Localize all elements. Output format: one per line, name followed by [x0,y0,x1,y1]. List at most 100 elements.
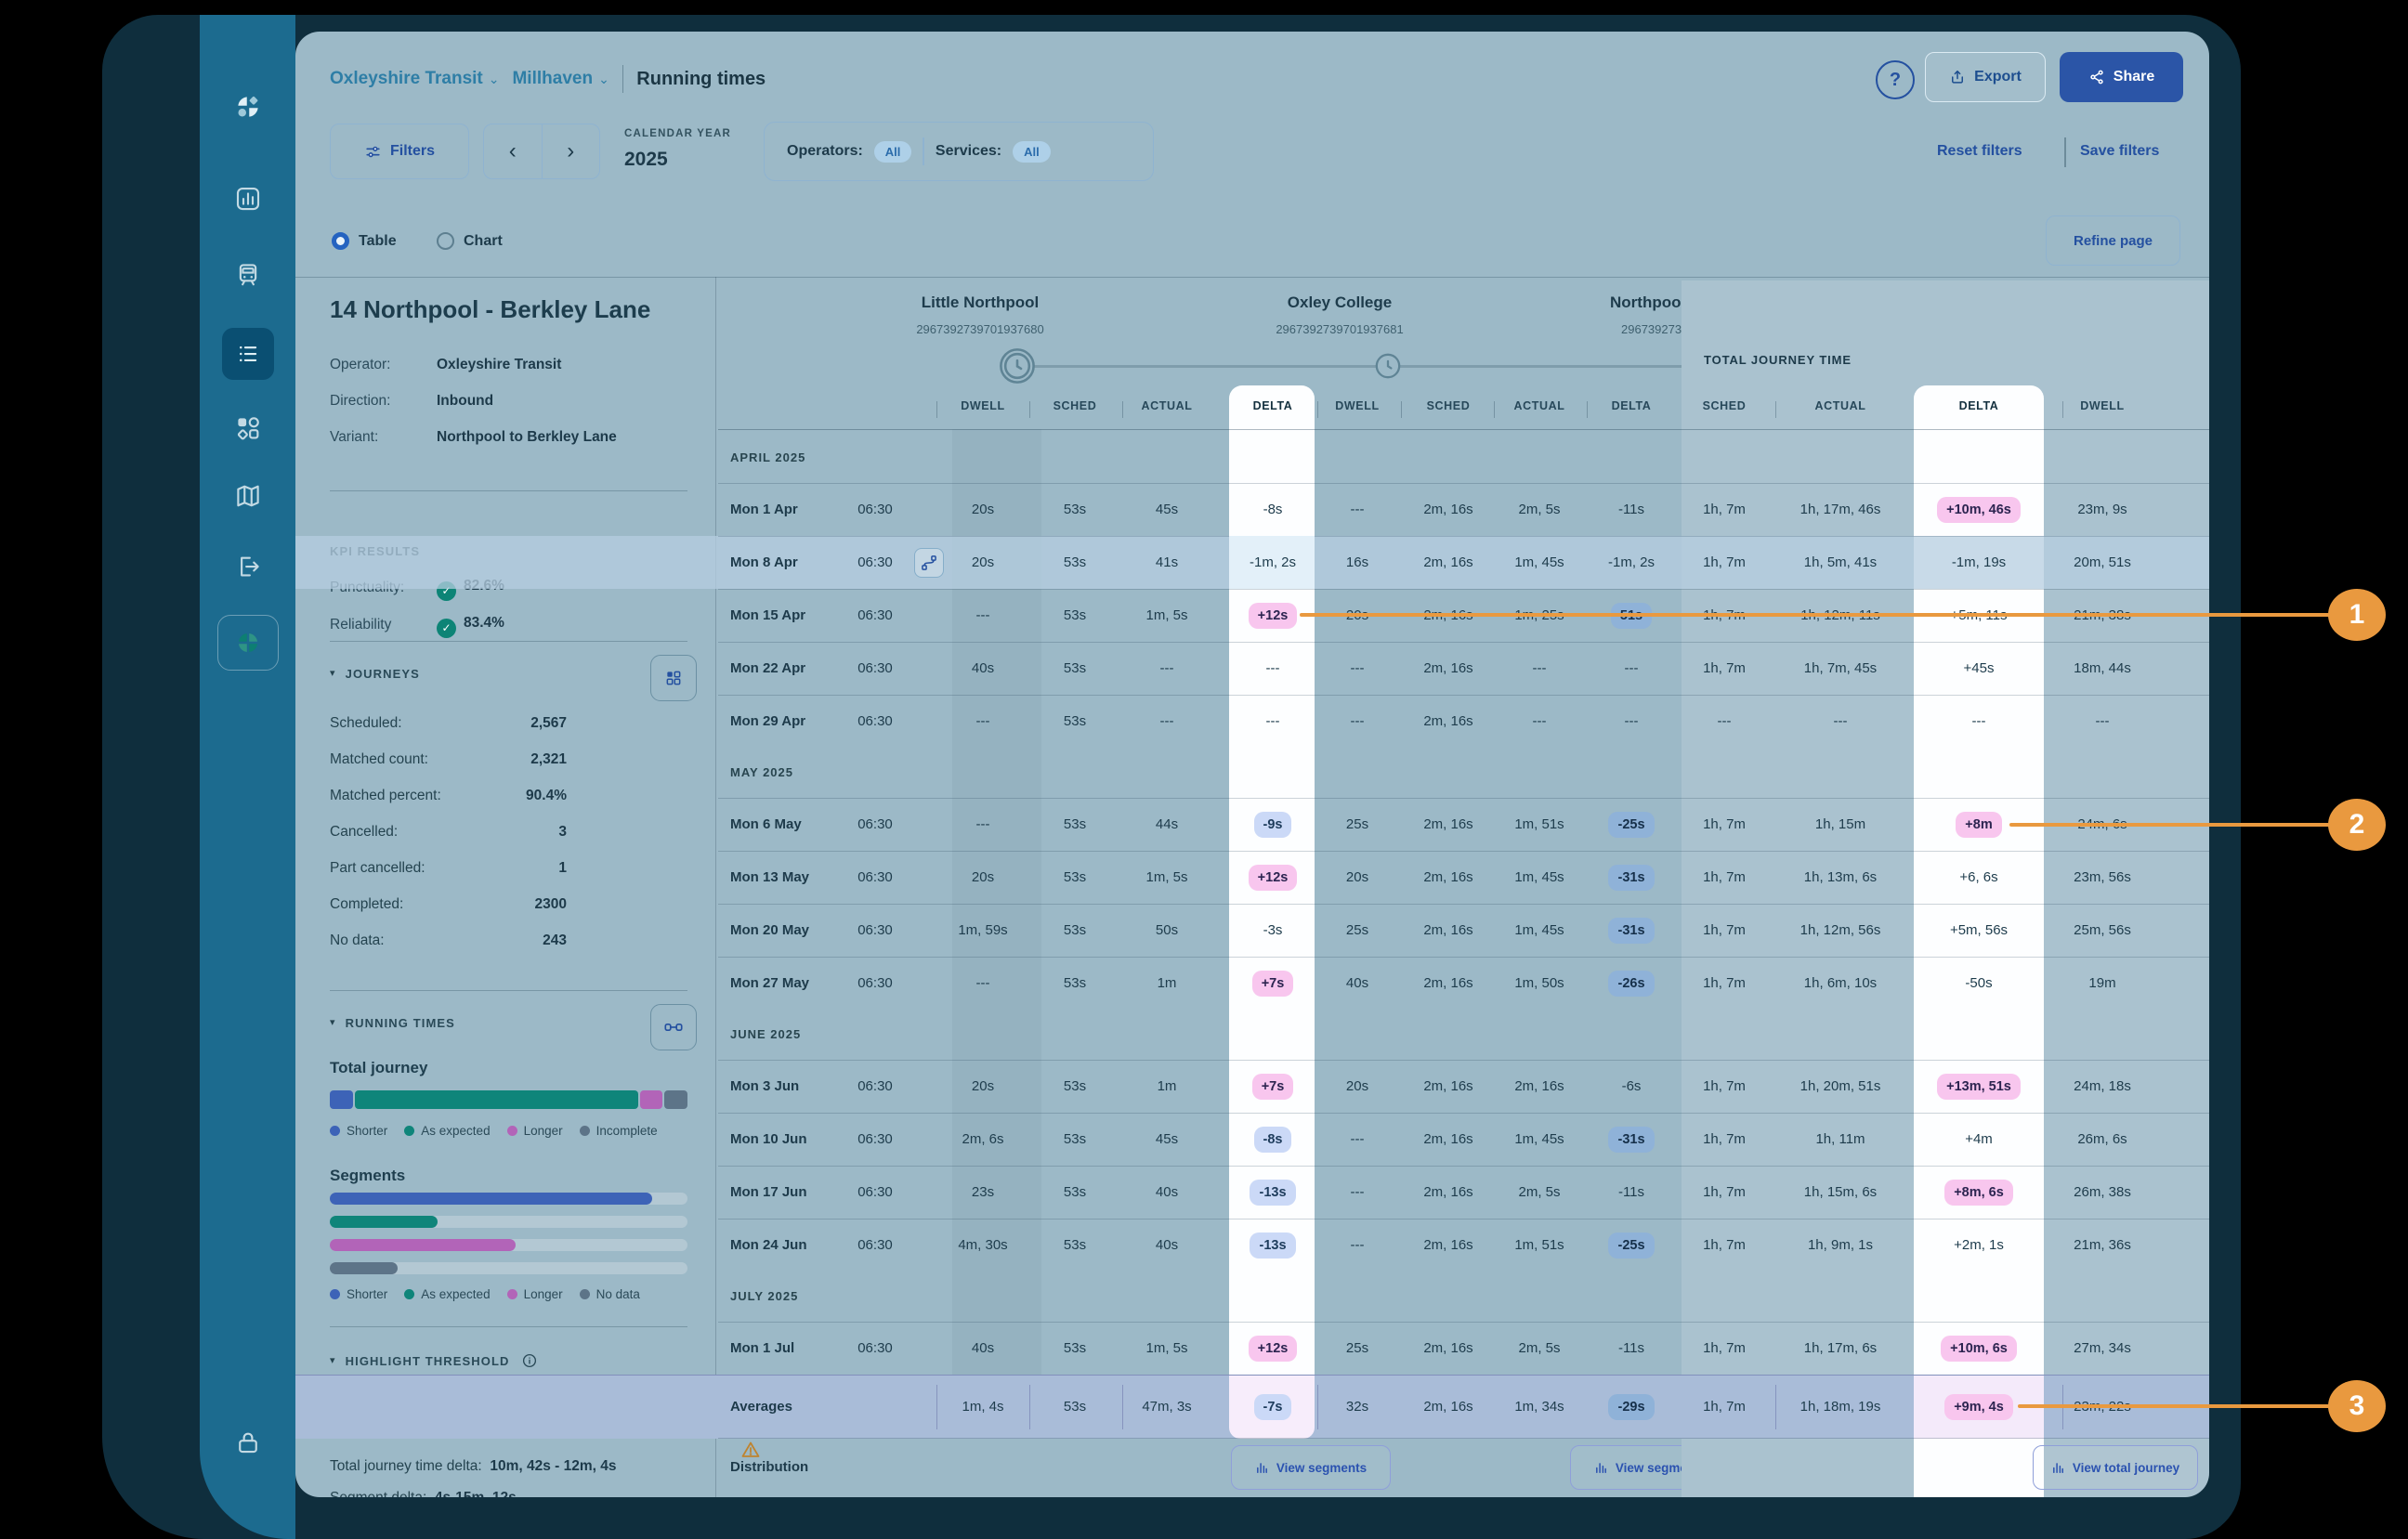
delta-chip-steel: -25s [1608,812,1654,838]
table-cell: 21m, 36s [2037,1219,2167,1272]
filter-divider [923,137,924,165]
column-header-delta[interactable]: DELTA [1918,399,2039,412]
filters-button[interactable]: Filters [330,124,469,179]
info-value: Oxleyshire Transit [437,357,561,373]
radio-table[interactable]: Table [332,232,397,250]
row-time: 06:30 [829,1219,922,1272]
operators-all-pill[interactable]: All [874,141,912,163]
share-button[interactable]: Share [2060,52,2183,102]
export-button[interactable]: Export [1925,52,2046,102]
operators-services-filter[interactable]: Operators: All Services: All [764,122,1154,181]
table-row[interactable]: Mon 24 Jun06:304m, 30s53s40s-13s---2m, 1… [295,1219,2209,1272]
view-button[interactable]: View total journey [2033,1445,2198,1490]
sidebar-item-dashboard[interactable] [234,185,262,213]
table-cell: 1h, 11m [1775,1113,1905,1166]
header-tick [1029,401,1030,418]
breadcrumb-operator[interactable]: Oxleyshire Transit⌄ [330,69,499,89]
operators-label: Operators: [787,143,863,160]
view-button[interactable]: View segments [1231,1445,1391,1490]
table-row[interactable]: Mon 17 Jun06:3023s53s40s-13s---2m, 16s2m… [295,1166,2209,1219]
table-row[interactable]: Mon 27 May06:30---53s1m+7s40s2m, 16s1m, … [295,957,2209,1010]
help-button[interactable]: ? [1876,60,1915,99]
next-period-button[interactable]: › [543,124,600,178]
export-icon [1949,69,1966,85]
table-section-label: JULY 2025 [730,1272,798,1322]
delta-chip-steel: -25s [1608,1233,1654,1259]
table-cell: 1h, 13m, 6s [1775,851,1905,904]
delta-chip-steel: -31s [1608,865,1654,891]
row-time: 06:30 [829,483,922,536]
legend-item: As expected [404,1287,490,1301]
calendar-year-label: CALENDAR YEAR [624,128,731,139]
row-time: 06:30 [829,536,922,589]
column-header-sched[interactable]: SCHED [1664,399,1785,412]
delta-chip-peri: -7s [1254,1394,1292,1420]
delta-chip-peri: -8s [1254,1127,1292,1153]
breadcrumb-area[interactable]: Millhaven⌄ [512,69,609,89]
table-cell: --- [1914,695,2044,748]
header-tick [2062,401,2063,418]
legend-dot-icon [404,1289,414,1299]
legend-item: Shorter [330,1287,387,1301]
services-all-pill[interactable]: All [1013,141,1051,163]
column-header-actual[interactable]: ACTUAL [1106,399,1227,412]
table-row[interactable]: Mon 6 May06:30---53s44s-9s25s2m, 16s1m, … [295,798,2209,851]
table-cell: +5m, 56s [1914,904,2044,957]
delta-chip-pink: +12s [1249,865,1298,891]
averages-cell: 1h, 18m, 19s [1775,1376,1905,1439]
table-cell: +2m, 1s [1914,1219,2044,1272]
prev-period-button[interactable]: ‹ [484,124,543,178]
table-row[interactable]: Mon 29 Apr06:30---53s---------2m, 16s---… [295,695,2209,748]
row-date: Mon 3 Jun [730,1060,799,1113]
journey-list-icon [234,340,262,368]
table-row[interactable]: Mon 13 May06:3020s53s1m, 5s+12s20s2m, 16… [295,851,2209,904]
page-title: Running times [636,69,766,90]
segments-link-button[interactable] [650,1004,697,1050]
table-row[interactable]: Mon 22 Apr06:3040s53s---------2m, 16s---… [295,642,2209,695]
sidebar-item-map[interactable] [234,482,262,510]
info-label: Operator: [330,357,390,373]
lock-icon[interactable] [234,1428,262,1456]
calendar-year-value[interactable]: 2025 [624,149,668,171]
refine-page-button[interactable]: Refine page [2046,215,2180,266]
header-tick [1401,401,1402,418]
running-times-heading[interactable]: ▾RUNNING TIMES [330,1016,455,1030]
table-cell: 1h, 7m [1659,904,1789,957]
column-header-actual[interactable]: ACTUAL [1780,399,1901,412]
stop-name-1: Little Northpool [831,293,1129,312]
table-cell: 1h, 7m [1659,642,1789,695]
legend-dot-icon [580,1289,590,1299]
table-cell: 1h, 17m, 46s [1775,483,1905,536]
column-header-dwell[interactable]: DWELL [2042,399,2163,412]
delta-chip-peri: -13s [1250,1233,1295,1259]
reset-filters-link[interactable]: Reset filters [1937,143,2022,160]
row-time: 06:30 [829,589,922,642]
table-cell: 27m, 34s [2037,1322,2167,1375]
delta-chip-pink: +10m, 46s [1937,497,2021,523]
table-row[interactable]: Mon 8 Apr06:3020s53s41s-1m, 2s16s2m, 16s… [295,536,2209,589]
table-row[interactable]: Mon 1 Apr06:3020s53s45s-8s---2m, 16s2m, … [295,483,2209,536]
table-row[interactable]: Mon 1 Jul06:3040s53s1m, 5s+12s25s2m, 16s… [295,1322,2209,1375]
sidebar-item-logout[interactable] [234,553,262,580]
row-date: Mon 29 Apr [730,695,805,748]
radio-chart[interactable]: Chart [437,232,503,250]
sidebar-item-segments[interactable] [234,414,262,442]
view-button[interactable]: View segments [1570,1445,1682,1490]
row-date: Mon 10 Jun [730,1113,807,1166]
legend-item: No data [580,1287,640,1301]
info-label: Direction: [330,393,390,410]
save-filters-link[interactable]: Save filters [2080,143,2159,160]
sidebar-app-shortcut[interactable] [217,615,279,671]
table-row[interactable]: Mon 3 Jun06:3020s53s1m+7s20s2m, 16s2m, 1… [295,1060,2209,1113]
table-row[interactable]: Mon 10 Jun06:302m, 6s53s45s-8s---2m, 16s… [295,1113,2209,1166]
table-cell: 23m, 56s [2037,851,2167,904]
sidebar [200,15,295,1539]
sidebar-item-running-times-active[interactable] [222,328,274,380]
table-cell: --- [2037,695,2167,748]
app-teal-logo-icon [234,629,262,657]
clipped-button-wrapper: View segments [1570,1438,1682,1497]
row-divider [718,1438,2209,1439]
table-row[interactable]: Mon 20 May06:301m, 59s53s50s-3s25s2m, 16… [295,904,2209,957]
table-cell: 1h, 7m [1659,957,1789,1010]
sidebar-item-vehicles[interactable] [234,261,262,289]
